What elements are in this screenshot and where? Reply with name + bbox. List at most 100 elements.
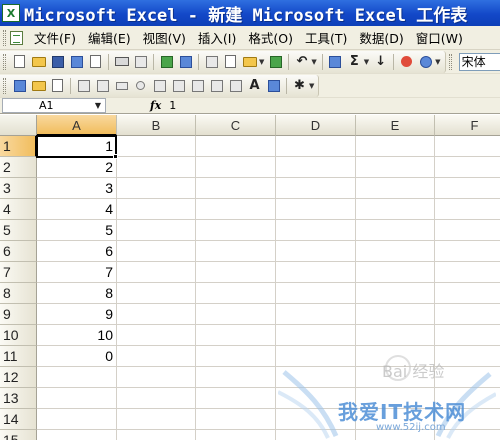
cell-b13[interactable] bbox=[117, 388, 196, 409]
cell-f1[interactable] bbox=[435, 136, 500, 157]
cell-e8[interactable] bbox=[356, 283, 435, 304]
cell-c5[interactable] bbox=[196, 220, 276, 241]
name-box-dropdown-icon[interactable]: ▼ bbox=[95, 101, 101, 110]
row-header-2[interactable]: 2 bbox=[0, 157, 37, 178]
cell-f15[interactable] bbox=[435, 430, 500, 440]
chart-wizard-icon[interactable] bbox=[398, 53, 415, 70]
properties-icon[interactable] bbox=[49, 77, 66, 94]
cell-f4[interactable] bbox=[435, 199, 500, 220]
cell-a13[interactable] bbox=[37, 388, 117, 409]
cell-b7[interactable] bbox=[117, 262, 196, 283]
design-mode-icon[interactable] bbox=[11, 77, 28, 94]
cell-b15[interactable] bbox=[117, 430, 196, 440]
cell-c7[interactable] bbox=[196, 262, 276, 283]
cell-f14[interactable] bbox=[435, 409, 500, 430]
cell-e12[interactable] bbox=[356, 367, 435, 388]
cell-a2[interactable]: 2 bbox=[37, 157, 117, 178]
help-icon[interactable] bbox=[417, 53, 434, 70]
row-header-3[interactable]: 3 bbox=[0, 178, 37, 199]
formula-input[interactable]: 1 bbox=[169, 99, 176, 112]
cell-f7[interactable] bbox=[435, 262, 500, 283]
label-icon[interactable] bbox=[30, 77, 47, 94]
row-header-5[interactable]: 5 bbox=[0, 220, 37, 241]
open-icon[interactable] bbox=[30, 53, 47, 70]
menu-tools[interactable]: 工具(T) bbox=[299, 28, 353, 47]
column-header-b[interactable]: B bbox=[117, 115, 196, 136]
cell-f13[interactable] bbox=[435, 388, 500, 409]
cell-a6[interactable]: 6 bbox=[37, 241, 117, 262]
cell-c6[interactable] bbox=[196, 241, 276, 262]
cell-f6[interactable] bbox=[435, 241, 500, 262]
column-header-e[interactable]: E bbox=[356, 115, 435, 136]
fill-handle[interactable] bbox=[113, 154, 118, 159]
cell-b8[interactable] bbox=[117, 283, 196, 304]
cell-b5[interactable] bbox=[117, 220, 196, 241]
cut-icon[interactable] bbox=[203, 53, 220, 70]
cell-b4[interactable] bbox=[117, 199, 196, 220]
menu-data[interactable]: 数据(D) bbox=[353, 28, 409, 47]
insert-function-icon[interactable]: fx bbox=[150, 99, 161, 112]
combobox-control-icon[interactable] bbox=[170, 77, 187, 94]
more-controls-icon[interactable]: ✱ bbox=[291, 77, 308, 94]
row-header-15[interactable]: 15 bbox=[0, 430, 37, 440]
font-name-box[interactable]: 宋体 bbox=[458, 52, 500, 71]
new-icon[interactable] bbox=[11, 53, 28, 70]
cell-f12[interactable] bbox=[435, 367, 500, 388]
email-icon[interactable] bbox=[87, 53, 104, 70]
cell-b3[interactable] bbox=[117, 178, 196, 199]
column-header-a[interactable]: A bbox=[37, 115, 117, 136]
cell-c10[interactable] bbox=[196, 325, 276, 346]
autosum-icon[interactable]: Σ bbox=[346, 53, 363, 70]
cell-d9[interactable] bbox=[276, 304, 356, 325]
row-header-8[interactable]: 8 bbox=[0, 283, 37, 304]
cell-c8[interactable] bbox=[196, 283, 276, 304]
cell-d5[interactable] bbox=[276, 220, 356, 241]
cell-d10[interactable] bbox=[276, 325, 356, 346]
toolbar-options-icon[interactable]: ▼ bbox=[309, 82, 314, 90]
row-header-14[interactable]: 14 bbox=[0, 409, 37, 430]
menu-format[interactable]: 格式(O) bbox=[242, 28, 299, 47]
cell-e5[interactable] bbox=[356, 220, 435, 241]
toolbar-grip[interactable] bbox=[3, 77, 6, 94]
print-preview-icon[interactable] bbox=[132, 53, 149, 70]
row-header-7[interactable]: 7 bbox=[0, 262, 37, 283]
textbox-control-icon[interactable] bbox=[94, 77, 111, 94]
cell-e15[interactable] bbox=[356, 430, 435, 440]
menu-file[interactable]: 文件(F) bbox=[28, 28, 82, 47]
cell-e14[interactable] bbox=[356, 409, 435, 430]
column-header-c[interactable]: C bbox=[196, 115, 276, 136]
textbox-tool-icon[interactable]: A bbox=[246, 77, 263, 94]
cell-e4[interactable] bbox=[356, 199, 435, 220]
cell-a10[interactable]: 10 bbox=[37, 325, 117, 346]
cell-a14[interactable] bbox=[37, 409, 117, 430]
cell-e11[interactable] bbox=[356, 346, 435, 367]
name-box[interactable]: A1 ▼ bbox=[2, 98, 106, 113]
cell-c2[interactable] bbox=[196, 157, 276, 178]
cell-f2[interactable] bbox=[435, 157, 500, 178]
row-header-4[interactable]: 4 bbox=[0, 199, 37, 220]
toolbar-grip[interactable] bbox=[3, 53, 6, 70]
button-control-icon[interactable] bbox=[113, 77, 130, 94]
cell-d12[interactable] bbox=[276, 367, 356, 388]
cell-d3[interactable] bbox=[276, 178, 356, 199]
cell-e3[interactable] bbox=[356, 178, 435, 199]
cell-d15[interactable] bbox=[276, 430, 356, 440]
cell-c4[interactable] bbox=[196, 199, 276, 220]
sort-ascending-icon[interactable]: ↓ bbox=[372, 53, 389, 70]
cell-a7[interactable]: 7 bbox=[37, 262, 117, 283]
menu-grip[interactable] bbox=[3, 29, 6, 46]
image-control-icon[interactable] bbox=[265, 77, 282, 94]
select-all-corner[interactable] bbox=[0, 115, 37, 136]
save-icon[interactable] bbox=[49, 53, 66, 70]
print-icon[interactable] bbox=[113, 53, 130, 70]
checkbox-control-icon[interactable] bbox=[75, 77, 92, 94]
column-header-d[interactable]: D bbox=[276, 115, 356, 136]
formatting-grip[interactable] bbox=[448, 53, 452, 70]
cell-b14[interactable] bbox=[117, 409, 196, 430]
cell-b11[interactable] bbox=[117, 346, 196, 367]
row-header-9[interactable]: 9 bbox=[0, 304, 37, 325]
cell-d1[interactable] bbox=[276, 136, 356, 157]
cell-f3[interactable] bbox=[435, 178, 500, 199]
menu-view[interactable]: 视图(V) bbox=[137, 28, 192, 47]
cell-d6[interactable] bbox=[276, 241, 356, 262]
